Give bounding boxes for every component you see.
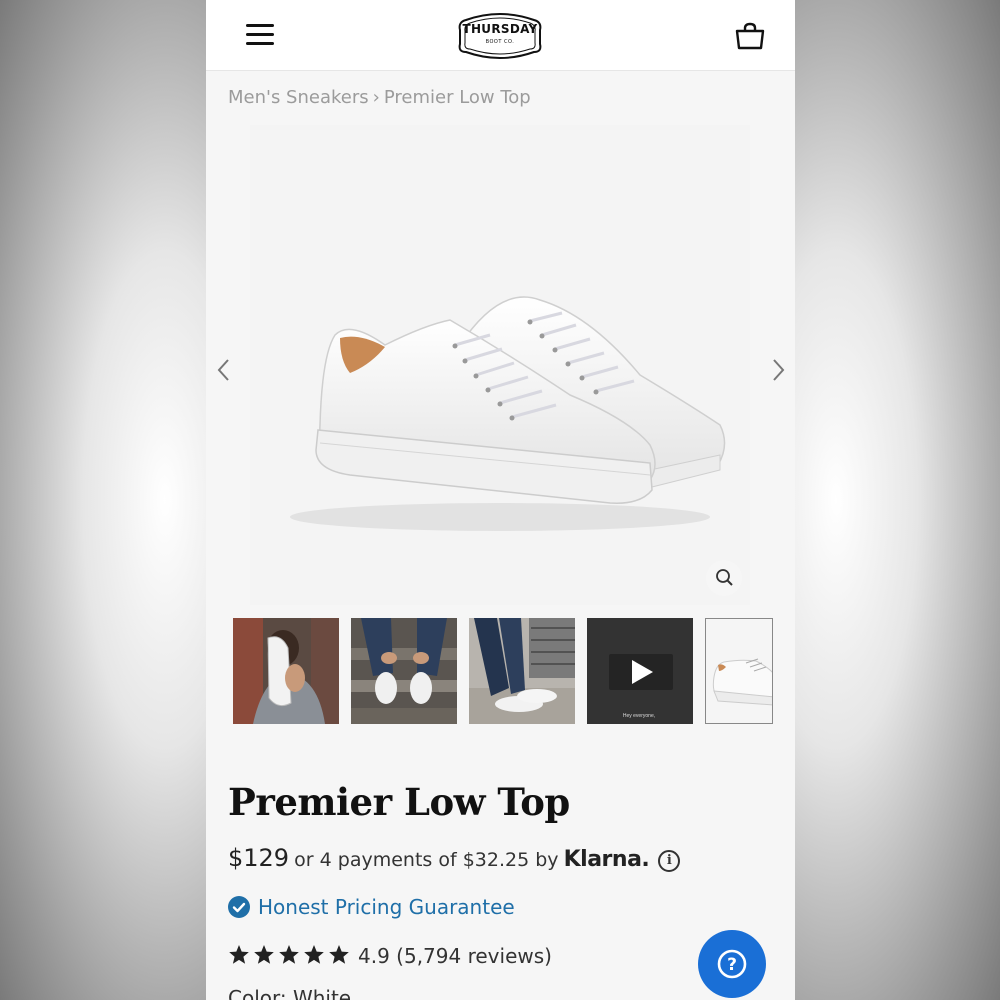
installment-text: or 4 payments of $32.25 by (294, 849, 559, 871)
zoom-icon[interactable] (706, 560, 742, 596)
product-hero-image[interactable] (250, 125, 750, 605)
shopping-bag-icon[interactable] (734, 20, 766, 52)
help-label: ? (727, 955, 737, 975)
chevron-left-icon[interactable] (214, 358, 234, 382)
chevron-right-icon[interactable] (768, 358, 788, 382)
rating-value: 4.9 (358, 944, 390, 968)
product-title: Premier Low Top (228, 780, 570, 824)
honest-pricing-link[interactable]: Honest Pricing Guarantee (228, 895, 515, 919)
sneaker-image (290, 296, 726, 531)
guarantee-label: Honest Pricing Guarantee (258, 895, 515, 919)
price-row: $129 or 4 payments of $32.25 by Klarna. … (228, 844, 681, 872)
breadcrumb-mens-sneakers[interactable]: Men's Sneakers (228, 87, 369, 108)
product-price: $129 (228, 844, 290, 872)
review-count[interactable]: (5,794 reviews) (396, 944, 552, 968)
check-badge-icon (228, 896, 250, 918)
help-icon[interactable]: ? (698, 930, 766, 998)
top-nav-bar: THURSDAY BOOT CO. (206, 0, 795, 71)
logo[interactable]: THURSDAY BOOT CO. (456, 8, 544, 62)
logo-text: THURSDAY (462, 22, 538, 36)
background-right (795, 0, 1000, 1000)
rating-row[interactable]: 4.9 (5,794 reviews) (228, 944, 552, 971)
thumbnail-strip: Hey everyone, (233, 618, 773, 726)
background-left (0, 0, 206, 1000)
thumbnail-video[interactable]: Hey everyone, (587, 618, 693, 724)
phone-screen: THURSDAY BOOT CO. Men's Sneakers › Premier… (206, 0, 795, 1000)
logo-subtext: BOOT CO. (485, 39, 515, 45)
video-caption: Hey everyone, (623, 713, 655, 719)
hamburger-icon[interactable] (246, 24, 274, 46)
breadcrumb: Men's Sneakers › Premier Low Top (228, 87, 531, 108)
thumbnail-1[interactable] (233, 618, 339, 724)
klarna-logo: Klarna. (563, 847, 650, 872)
breadcrumb-separator: › (372, 87, 380, 108)
thumbnail-5-selected[interactable] (705, 618, 773, 724)
thumbnail-2[interactable] (351, 618, 457, 724)
star-rating-icon (228, 944, 352, 971)
breadcrumb-current[interactable]: Premier Low Top (384, 87, 531, 108)
info-icon[interactable]: i (658, 850, 681, 872)
thumbnail-3[interactable] (469, 618, 575, 724)
color-label: Color: White (228, 986, 352, 1000)
